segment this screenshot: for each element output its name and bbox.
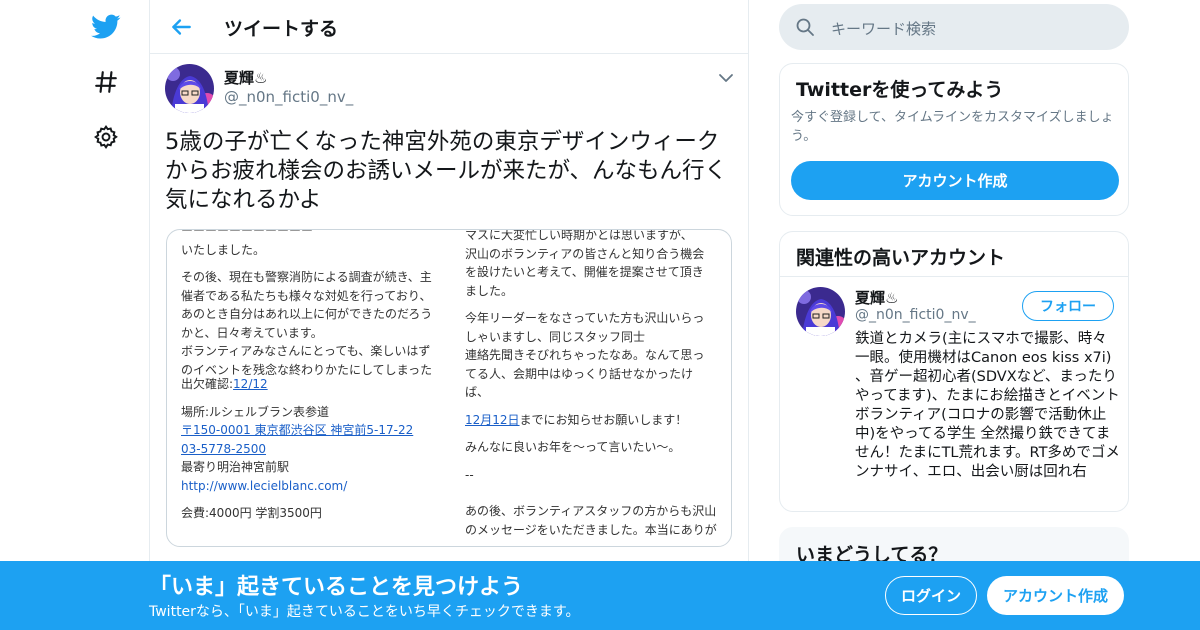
media-link: 03-5778-2500 <box>181 441 267 456</box>
media-text: みんなに良いお年を〜って言いたい〜。 <box>465 440 681 454</box>
related-account-avatar[interactable] <box>796 287 845 336</box>
media-text: のメッセージをいただきました。本当にありが <box>465 522 717 537</box>
media-text: ば、 <box>465 385 490 399</box>
media-text: 連絡先聞きそびれちゃったなあ。なんて思っ <box>465 348 705 362</box>
search-icon <box>795 17 815 37</box>
media-text: 場所:ルシェルブラン表参道 <box>181 404 330 419</box>
media-text: その後、現在も警察消防による調査が続き、主 <box>181 270 432 284</box>
settings-gear-icon[interactable] <box>90 121 122 153</box>
media-text: 会費:4000円 学割3500円 <box>181 506 322 520</box>
media-text: 今年リーダーをなさっていた方も沢山いらっ <box>465 311 705 325</box>
media-text: ボランティアみなさんにとっても、楽しいはず <box>181 344 431 358</box>
media-link: 〒150-0001 東京都渋谷区 神宮前5-17-22 <box>181 423 414 437</box>
media-link: 12月12日 <box>465 412 520 427</box>
related-account-name[interactable]: 夏輝♨ <box>855 287 898 308</box>
media-text: いたしました。 <box>181 242 266 257</box>
banner-title: 「いま」起きていることを見つけよう <box>149 575 524 600</box>
signup-banner: 「いま」起きていることを見つけよう Twitterなら、「いま」起きていることを… <box>0 561 1200 630</box>
page-title: ツイートする <box>224 18 339 40</box>
create-account-button[interactable]: アカウント作成 <box>791 161 1119 200</box>
author-name[interactable]: 夏輝♨ <box>224 67 267 88</box>
related-accounts-title: 関連性の高いアカウント <box>796 247 1006 269</box>
media-text: マスに大変忙しい時期かとは思いますが、 <box>465 229 693 242</box>
related-account-handle[interactable]: @_n0n_ficti0_nv_ <box>855 307 976 323</box>
media-link: http://www.lecielblanc.com/ <box>181 478 348 493</box>
tweet-media-image[interactable]: ーーーーーーーーーーー いたしました。 その後、現在も警察消防による調査が続き、… <box>166 229 732 547</box>
left-nav <box>70 0 150 630</box>
media-text: あの後、ボランティアスタッフの方からも沢山 <box>465 504 717 518</box>
media-link: 12/12 <box>233 377 268 391</box>
tweet-text: 5歳の子が亡くなった神宮外苑の東京デザインウィークからお疲れ様会のお誘いメールが… <box>165 129 728 213</box>
media-text: ました。 <box>465 283 514 298</box>
media-text: しゃいますし、同じスタッフ同士 <box>465 329 646 344</box>
related-accounts-card: 関連性の高いアカウント 夏輝♨ @_n0n_ficti0_nv_ フォロー 鉄道… <box>779 231 1129 512</box>
related-account-bio: 鉄道とカメラ(主にスマホで撮影、時々一眼。使用機材はCanon eos kiss… <box>855 331 1120 480</box>
twitter-bird-icon[interactable] <box>90 11 122 43</box>
banner-signup-button[interactable]: アカウント作成 <box>987 576 1124 615</box>
page-header: ツイートする <box>150 0 748 54</box>
media-text: -- <box>465 467 474 482</box>
explore-hashtag-icon[interactable] <box>90 66 122 98</box>
media-text: までにお知らせお願いします！ <box>519 412 688 427</box>
author-handle[interactable]: @_n0n_ficti0_nv_ <box>224 88 353 106</box>
media-text: 最寄り明治神宮前駅 <box>181 460 290 474</box>
login-button[interactable]: ログイン <box>885 576 977 615</box>
media-text: 出欠確認: <box>181 377 234 391</box>
media-text: かと、日々考えています。 <box>181 325 323 340</box>
media-text: 催者である私たちも様々な対処を行っており、 <box>181 288 432 303</box>
media-text: を設けたいと考えて、開催を提案させて頂き <box>465 265 704 279</box>
media-left-column: ーーーーーーーーーーー いたしました。 その後、現在も警察消防による調査が続き、… <box>181 230 451 523</box>
search-placeholder[interactable]: キーワード検索 <box>831 18 936 39</box>
banner-subtitle: Twitterなら、「いま」起きていることをいち早くチェックできます。 <box>149 604 580 620</box>
divider <box>780 276 1128 277</box>
try-twitter-title: Twitterを使ってみよう <box>796 79 1004 101</box>
author-avatar[interactable] <box>165 64 214 113</box>
chevron-down-icon[interactable] <box>718 70 734 86</box>
try-twitter-card: Twitterを使ってみよう 今すぐ登録して、タイムラインをカスタマイズしましょ… <box>779 63 1129 216</box>
column-divider-left <box>149 0 150 630</box>
try-twitter-description: 今すぐ登録して、タイムラインをカスタマイズしましょう。 <box>791 110 1114 144</box>
back-arrow-icon[interactable] <box>168 14 194 40</box>
column-divider-right <box>748 0 749 630</box>
follow-button[interactable]: フォロー <box>1022 291 1114 321</box>
search-bar[interactable]: キーワード検索 <box>779 4 1129 50</box>
media-text: 沢山のボランティアの皆さんと知り合う機会 <box>465 246 705 261</box>
media-text: てる人、会期中はゆっくり話せなかったけ <box>465 366 694 381</box>
media-text: あのとき自分はあれ以上に何ができたのだろう <box>181 307 433 321</box>
media-right-column: マスに大変忙しい時期かとは思いますが、 沢山のボランティアの皆さんと知り合う機会… <box>465 229 725 539</box>
